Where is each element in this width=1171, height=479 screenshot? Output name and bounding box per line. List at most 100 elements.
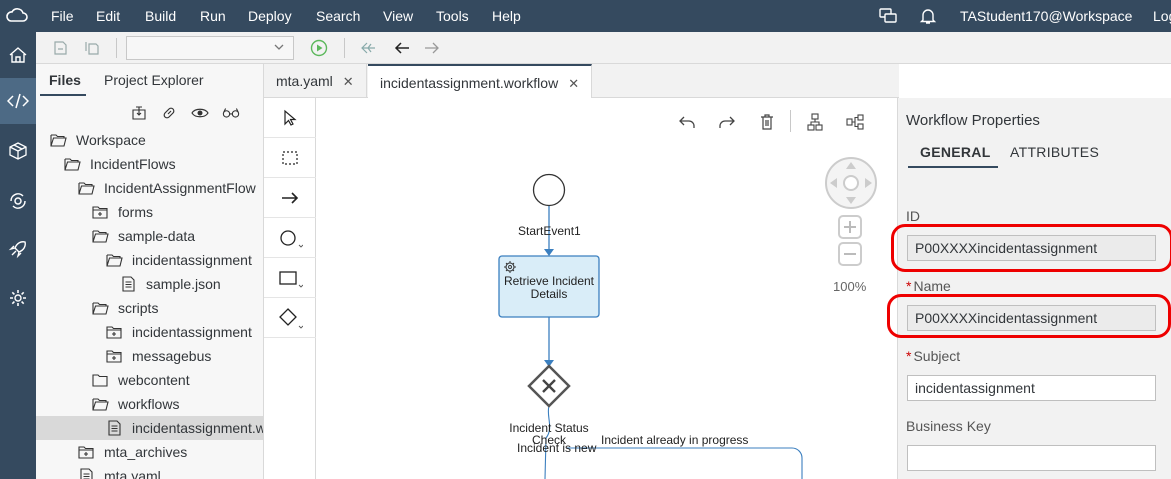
subject-label: * Subject	[906, 348, 960, 364]
subject-field[interactable]	[907, 375, 1156, 401]
logout-link[interactable]: Log	[1153, 8, 1171, 24]
task-label-line2: Details	[530, 287, 568, 301]
menu-file[interactable]: File	[51, 8, 74, 24]
tree-item[interactable]: mta.yaml	[36, 464, 263, 479]
select-tool[interactable]	[264, 98, 316, 138]
tab-general[interactable]: GENERAL	[920, 144, 991, 160]
event-tool[interactable]	[264, 218, 316, 258]
tree-item[interactable]: sample.json	[36, 272, 263, 296]
chat-icon[interactable]	[879, 7, 897, 25]
tree-item[interactable]: IncidentFlows	[36, 152, 263, 176]
tree-item-label: workflows	[118, 396, 180, 412]
file-icon	[78, 468, 96, 479]
menu-bar: File Edit Build Run Deploy Search View T…	[0, 0, 1171, 32]
run-configuration-select[interactable]	[126, 36, 294, 60]
gear-icon	[10, 290, 26, 306]
tree-item-label: forms	[118, 204, 153, 220]
task-tool[interactable]	[264, 258, 316, 298]
close-icon[interactable]: ✕	[343, 74, 354, 89]
subject-label-text: Subject	[913, 348, 961, 364]
file-icon	[106, 420, 124, 436]
tab-mta-yaml[interactable]: mta.yaml ✕	[264, 64, 367, 98]
tab-attributes[interactable]: ATTRIBUTES	[1010, 144, 1099, 160]
close-icon[interactable]: ✕	[568, 76, 579, 91]
required-asterisk: *	[906, 278, 912, 294]
connector-tool[interactable]	[264, 178, 316, 218]
folder-open-icon	[64, 156, 82, 172]
circle-icon	[280, 229, 303, 248]
menu-edit[interactable]: Edit	[96, 8, 120, 24]
tree-item[interactable]: incidentassignment.workflow	[36, 416, 263, 440]
menu-tools[interactable]: Tools	[436, 8, 469, 24]
tree-item[interactable]: IncidentAssignmentFlow	[36, 176, 263, 200]
forward-icon[interactable]	[422, 38, 442, 58]
workflow-canvas[interactable]: 100% StartEvent1 Retrieve Incident Detai…	[316, 98, 898, 479]
start-event	[532, 173, 566, 207]
folder-open-icon	[92, 228, 110, 244]
name-field[interactable]	[907, 305, 1156, 331]
tree-item[interactable]: mta_archives	[36, 440, 263, 464]
tree-item[interactable]: incidentassignment	[36, 248, 263, 272]
tree-item-label: mta_archives	[104, 444, 188, 460]
cloud-logo-icon	[6, 8, 28, 22]
lasso-tool[interactable]	[264, 138, 316, 178]
menu-run[interactable]: Run	[200, 8, 226, 24]
tree-item[interactable]: incidentassignment	[36, 320, 263, 344]
user-account[interactable]: TAStudent170@Workspace	[960, 8, 1132, 24]
tab-files[interactable]: Files	[49, 72, 81, 88]
tree-item-label: incidentassignment	[132, 252, 252, 268]
rail-settings[interactable]	[0, 275, 36, 321]
id-field[interactable]	[907, 235, 1156, 261]
menu-build[interactable]: Build	[145, 8, 176, 24]
rail-packages[interactable]	[0, 128, 36, 174]
business-key-field[interactable]	[907, 445, 1156, 471]
task-label-line1: Retrieve Incident	[503, 274, 595, 288]
tool-palette	[264, 98, 316, 479]
tree-item-label: webcontent	[118, 372, 190, 388]
last-edit-location-icon[interactable]	[358, 38, 378, 58]
tree-item[interactable]: scripts	[36, 296, 263, 320]
active-tab-indicator	[908, 166, 998, 168]
save-icon[interactable]	[50, 38, 70, 58]
rail-deploy[interactable]	[0, 226, 36, 272]
preview-icon[interactable]	[222, 104, 240, 122]
folder-plus-icon	[106, 324, 124, 340]
tree-item[interactable]: webcontent	[36, 368, 263, 392]
tree-item[interactable]: sample-data	[36, 224, 263, 248]
arrow-right-icon	[282, 191, 299, 204]
run-icon[interactable]	[309, 38, 329, 58]
tree-item[interactable]: messagebus	[36, 344, 263, 368]
active-tab-indicator	[40, 94, 86, 96]
folder-open-icon	[50, 132, 68, 148]
tree-item[interactable]: workflows	[36, 392, 263, 416]
tab-project-explorer[interactable]: Project Explorer	[104, 72, 204, 88]
tab-incidentassignment-workflow[interactable]: incidentassignment.workflow ✕	[368, 64, 593, 98]
tree-item-label: Workspace	[76, 132, 146, 148]
gateway-tool[interactable]	[264, 298, 316, 338]
tree-item-label: sample.json	[146, 276, 221, 292]
tree-item[interactable]: Workspace	[36, 128, 263, 152]
collapse-all-icon[interactable]	[130, 104, 148, 122]
workflow-properties-panel: Workflow Properties GENERAL ATTRIBUTES I…	[887, 98, 1171, 479]
back-icon[interactable]	[392, 38, 412, 58]
rail-home[interactable]	[0, 32, 36, 78]
file-icon	[120, 276, 138, 292]
menu-help[interactable]: Help	[492, 8, 521, 24]
main-toolbar	[36, 32, 1171, 64]
tree-item[interactable]: forms	[36, 200, 263, 224]
save-all-icon[interactable]	[82, 38, 102, 58]
show-hidden-icon[interactable]	[191, 104, 209, 122]
home-icon	[9, 47, 27, 63]
name-label: * Name	[906, 278, 951, 294]
menu-deploy[interactable]: Deploy	[248, 8, 292, 24]
folder-open-icon	[92, 396, 110, 412]
flow-label-incident-in-progress: Incident already in progress	[601, 433, 749, 447]
tree-item-label: incidentassignment	[132, 324, 252, 340]
menu-search[interactable]: Search	[316, 8, 360, 24]
rail-development[interactable]	[0, 78, 36, 124]
tree-item-label: IncidentAssignmentFlow	[104, 180, 256, 196]
link-with-editor-icon[interactable]	[160, 104, 178, 122]
rail-sync[interactable]	[0, 178, 36, 224]
menu-view[interactable]: View	[383, 8, 413, 24]
bell-icon[interactable]	[919, 7, 937, 25]
